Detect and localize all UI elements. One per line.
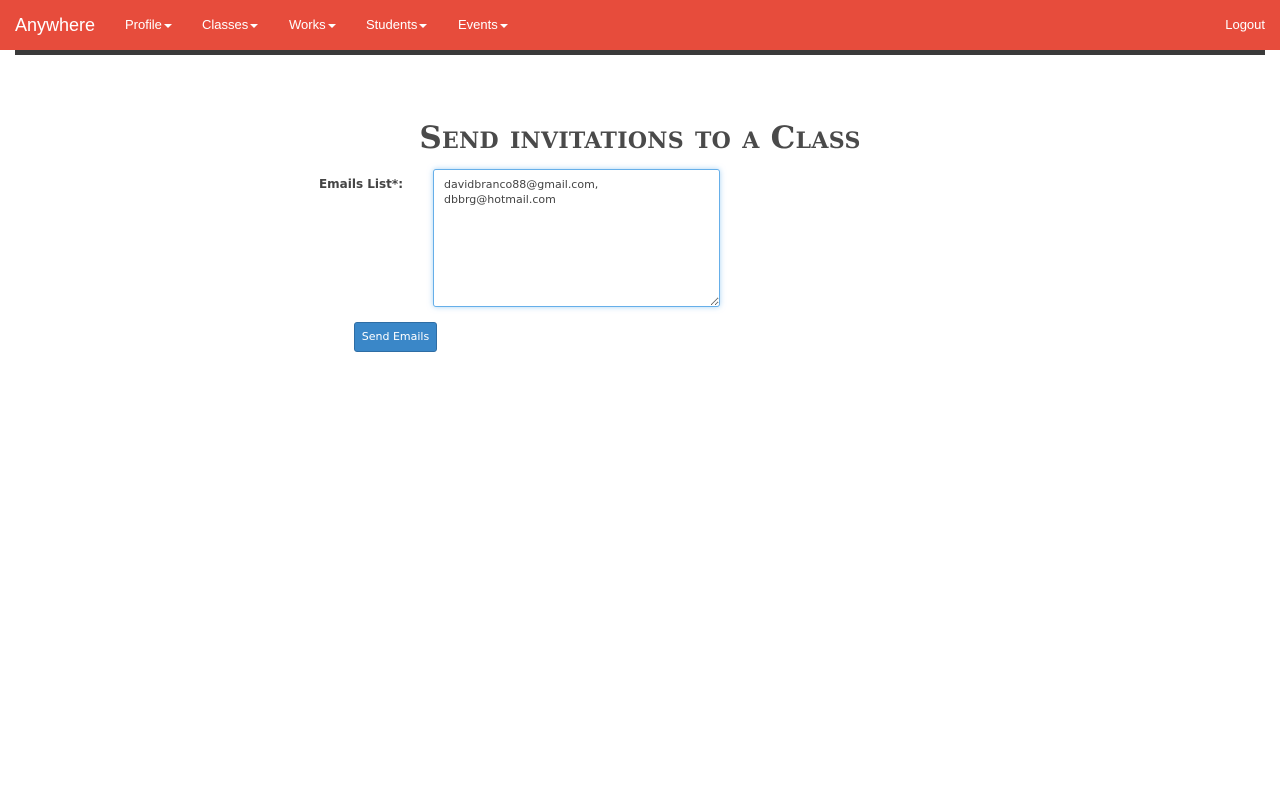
brand-link[interactable]: Anywhere	[15, 13, 95, 37]
logout-link[interactable]: Logout	[1225, 16, 1265, 34]
caret-down-icon	[419, 23, 428, 28]
page-title: Send invitations to a Class	[419, 120, 861, 156]
top-navbar: Anywhere Profile Classes Works Students …	[0, 0, 1280, 50]
menu-profile[interactable]: Profile	[125, 16, 172, 34]
menu-classes-label: Classes	[202, 17, 249, 32]
emails-list-label: Emails List*:	[318, 177, 403, 191]
menu-students[interactable]: Students	[366, 16, 428, 34]
send-emails-button[interactable]: Send Emails	[354, 322, 437, 352]
menu-students-label: Students	[366, 17, 418, 32]
caret-down-icon	[250, 23, 259, 28]
emails-list-textarea[interactable]: davidbranco88@gmail.com, dbbrg@hotmail.c…	[433, 169, 720, 307]
menu-profile-label: Profile	[125, 17, 162, 32]
menu-events[interactable]: Events	[458, 16, 508, 34]
caret-down-icon	[163, 23, 172, 28]
navbar-divider	[15, 50, 1265, 55]
menu-works-label: Works	[289, 17, 326, 32]
menu-works[interactable]: Works	[289, 16, 336, 34]
menu-events-label: Events	[458, 17, 498, 32]
menu-classes[interactable]: Classes	[202, 16, 259, 34]
caret-down-icon	[499, 23, 508, 28]
caret-down-icon	[327, 23, 336, 28]
